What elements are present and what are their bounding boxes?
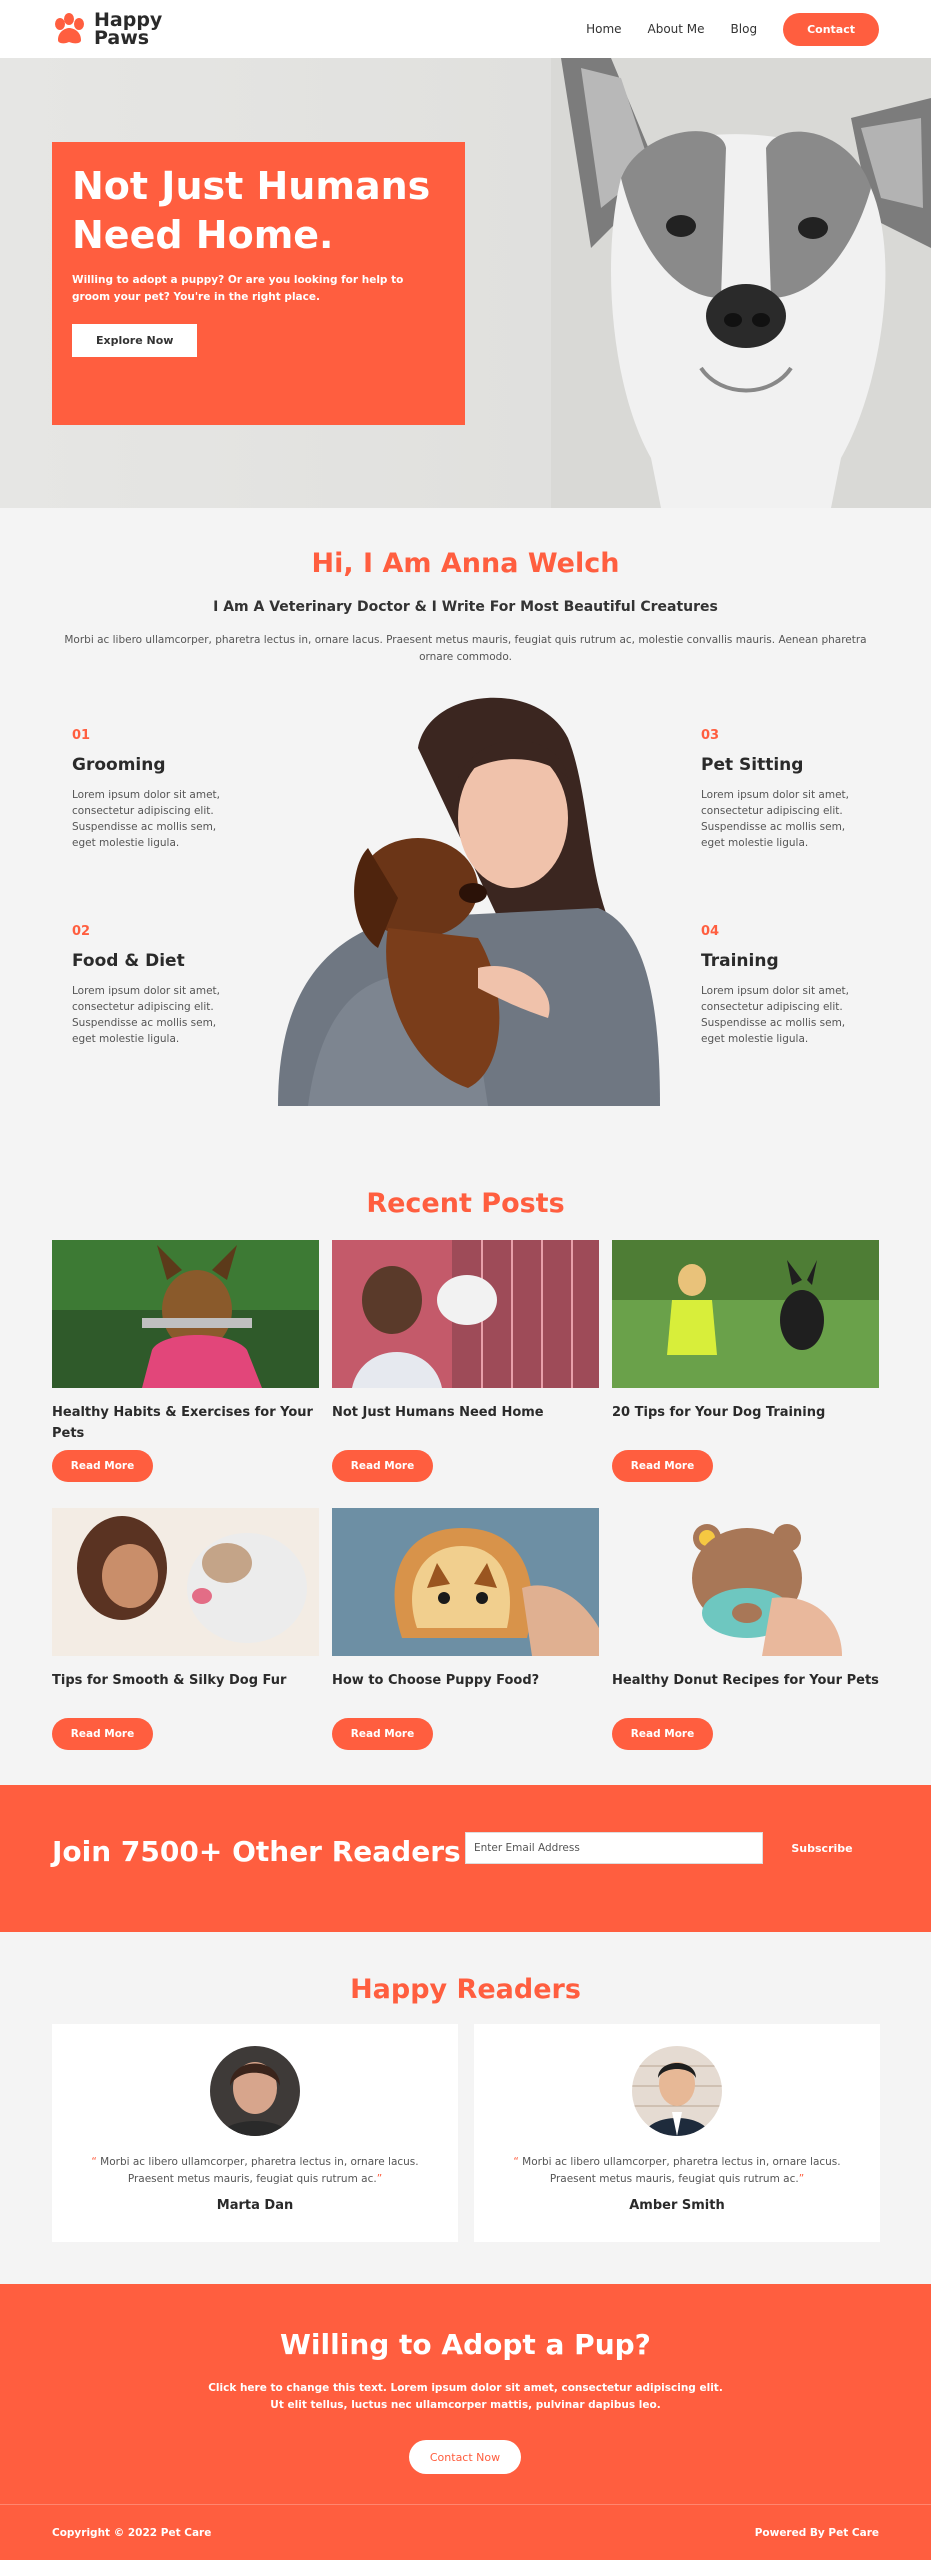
nav-about-me[interactable]: About Me	[648, 22, 705, 36]
service-number: 02	[72, 924, 91, 939]
main-nav: Home About Me Blog Contact	[586, 12, 879, 46]
happy-readers-section: Happy Readers “ Morbi ac libero ullamcor…	[0, 1932, 931, 2284]
testimonial-name: Amber Smith	[629, 2198, 725, 2213]
service-title: Training	[701, 951, 779, 971]
testimonial-quote: “ Morbi ac libero ullamcorper, pharetra …	[513, 2156, 841, 2185]
logo-text: Happy Paws	[94, 9, 163, 49]
about-lead: Morbi ac libero ullamcorper, pharetra le…	[64, 634, 867, 663]
post-title[interactable]: 20 Tips for Your Dog Training	[612, 1402, 879, 1423]
testimonial-card: “ Morbi ac libero ullamcorper, pharetra …	[52, 2024, 458, 2242]
testimonial-quote: “ Morbi ac libero ullamcorper, pharetra …	[91, 2156, 419, 2185]
read-more-button[interactable]: Read More	[52, 1450, 153, 1482]
site-footer: Copyright © 2022 Pet Care Powered By Pet…	[0, 2504, 931, 2560]
post-card[interactable]: How to Choose Puppy Food? Read More	[332, 1508, 599, 1758]
hero-title: Not Just Humans Need Home.	[72, 164, 431, 257]
post-thumbnail	[612, 1508, 879, 1656]
contact-button[interactable]: Contact	[783, 12, 879, 46]
service-title: Food & Diet	[72, 951, 185, 971]
service-title: Pet Sitting	[701, 755, 804, 775]
cta-title: Willing to Adopt a Pup?	[280, 2328, 651, 2361]
post-title[interactable]: Not Just Humans Need Home	[332, 1402, 599, 1423]
testimonial-card: “ Morbi ac libero ullamcorper, pharetra …	[474, 2024, 880, 2242]
read-more-button[interactable]: Read More	[332, 1718, 433, 1750]
post-card[interactable]: Not Just Humans Need Home Read More	[332, 1240, 599, 1490]
subscribe-section: Join 7500+ Other Readers Enter Email Add…	[0, 1785, 931, 1932]
post-card[interactable]: 20 Tips for Your Dog Training Read More	[612, 1240, 879, 1490]
hero-box: Not Just Humans Need Home. Willing to ad…	[52, 142, 465, 425]
read-more-button[interactable]: Read More	[612, 1718, 713, 1750]
powered-by-text: Powered By Pet Care	[754, 2526, 879, 2539]
subscribe-button[interactable]: Subscribe	[763, 1832, 881, 1864]
post-title[interactable]: How to Choose Puppy Food?	[332, 1670, 599, 1691]
logo[interactable]: Happy Paws	[52, 9, 163, 49]
service-food-diet: 02 Food & Diet Lorem ipsum dolor sit ame…	[72, 924, 232, 1047]
hero-section: Not Just Humans Need Home. Willing to ad…	[0, 58, 931, 508]
post-card[interactable]: Tips for Smooth & Silky Dog Fur Read Mor…	[52, 1508, 319, 1758]
service-desc: Lorem ipsum dolor sit amet, consectetur …	[72, 789, 220, 849]
service-training: 04 Training Lorem ipsum dolor sit amet, …	[701, 924, 861, 1047]
cta-text: Click here to change this text. Lorem ip…	[208, 2382, 723, 2411]
post-thumbnail	[612, 1240, 879, 1388]
explore-now-button[interactable]: Explore Now	[72, 324, 198, 357]
service-desc: Lorem ipsum dolor sit amet, consectetur …	[72, 985, 220, 1045]
about-heading: Hi, I Am Anna Welch	[311, 548, 620, 579]
copyright-text: Copyright © 2022 Pet Care	[52, 2526, 212, 2539]
service-pet-sitting: 03 Pet Sitting Lorem ipsum dolor sit ame…	[701, 728, 861, 851]
about-section: Hi, I Am Anna Welch I Am A Veterinary Do…	[0, 508, 931, 1128]
service-title: Grooming	[72, 755, 166, 775]
recent-posts-section: Recent Posts Healthy Habits & Exercises …	[0, 1150, 931, 1785]
contact-now-button[interactable]: Contact Now	[409, 2440, 521, 2474]
email-input[interactable]: Enter Email Address	[465, 1832, 763, 1864]
post-thumbnail	[52, 1508, 319, 1656]
service-number: 04	[701, 924, 720, 939]
paw-icon	[55, 13, 84, 44]
avatar	[210, 2046, 300, 2136]
nav-home[interactable]: Home	[586, 22, 621, 36]
post-thumbnail	[52, 1240, 319, 1388]
service-number: 03	[701, 728, 720, 743]
woman-with-dog-image	[278, 697, 660, 1106]
post-title[interactable]: Tips for Smooth & Silky Dog Fur	[52, 1670, 319, 1691]
service-desc: Lorem ipsum dolor sit amet, consectetur …	[701, 789, 849, 849]
subscribe-title: Join 7500+ Other Readers	[52, 1835, 461, 1868]
service-grooming: 01 Grooming Lorem ipsum dolor sit amet, …	[72, 728, 232, 851]
service-desc: Lorem ipsum dolor sit amet, consectetur …	[701, 985, 849, 1045]
read-more-button[interactable]: Read More	[52, 1718, 153, 1750]
post-title[interactable]: Healthy Donut Recipes for Your Pets	[612, 1670, 879, 1691]
post-thumbnail	[332, 1508, 599, 1656]
adopt-cta-section: Willing to Adopt a Pup? Click here to ch…	[0, 2284, 931, 2504]
nav-blog[interactable]: Blog	[731, 22, 758, 36]
avatar	[632, 2046, 722, 2136]
hero-dog-image	[551, 58, 931, 508]
service-number: 01	[72, 728, 91, 743]
about-subheading: I Am A Veterinary Doctor & I Write For M…	[213, 599, 718, 615]
happy-readers-heading: Happy Readers	[350, 1974, 581, 2005]
post-thumbnail	[332, 1240, 599, 1388]
site-header: Happy Paws Home About Me Blog Contact	[0, 0, 931, 58]
post-card[interactable]: Healthy Habits & Exercises for Your Pets…	[52, 1240, 319, 1490]
post-card[interactable]: Healthy Donut Recipes for Your Pets Read…	[612, 1508, 879, 1758]
read-more-button[interactable]: Read More	[332, 1450, 433, 1482]
hero-subtitle: Willing to adopt a puppy? Or are you loo…	[72, 274, 404, 303]
read-more-button[interactable]: Read More	[612, 1450, 713, 1482]
testimonial-name: Marta Dan	[216, 2198, 294, 2213]
recent-posts-heading: Recent Posts	[366, 1188, 565, 1219]
post-title[interactable]: Healthy Habits & Exercises for Your Pets	[52, 1402, 319, 1444]
